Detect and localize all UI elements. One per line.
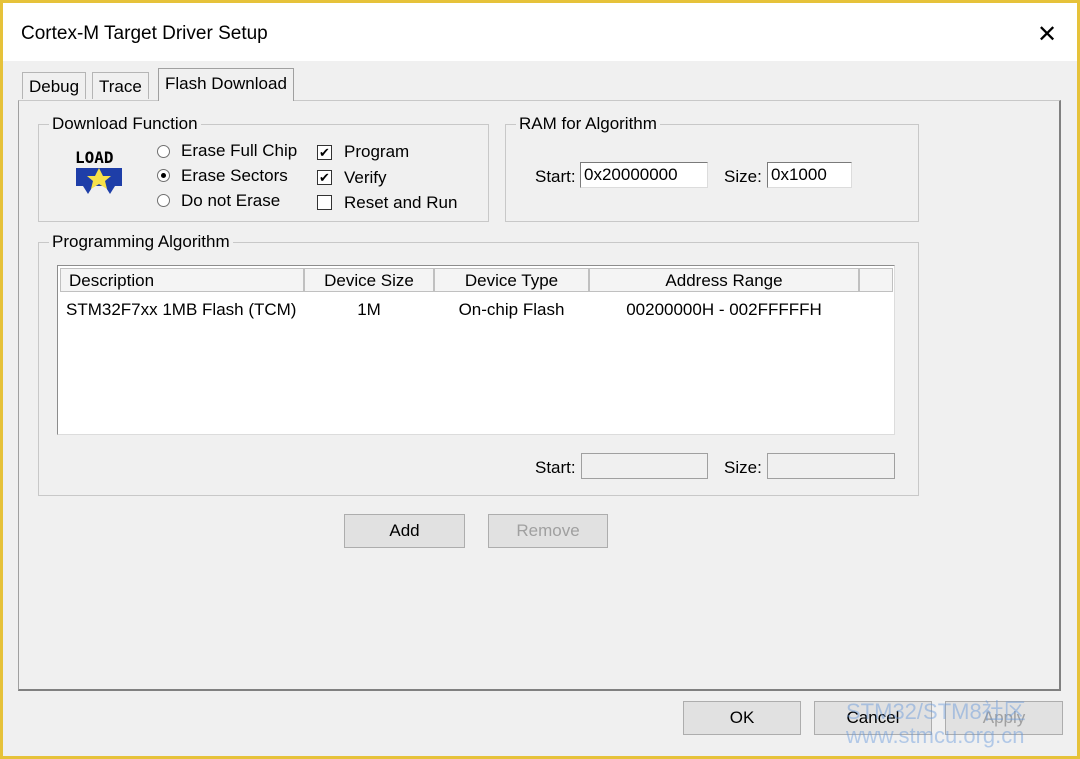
title-bar: Cortex-M Target Driver Setup ✕ xyxy=(3,3,1077,61)
remove-button[interactable]: Remove xyxy=(488,514,608,548)
radio-do-not-erase[interactable] xyxy=(157,194,170,207)
checkbox-verify[interactable]: ✔ xyxy=(317,170,332,185)
radio-erase-sectors[interactable] xyxy=(157,169,170,182)
row-address-range[interactable]: 00200000H - 002FFFFFH xyxy=(589,300,859,320)
column-header-device-size[interactable]: Device Size xyxy=(304,268,434,292)
programming-algorithm-label: Programming Algorithm xyxy=(49,232,233,252)
add-button[interactable]: Add xyxy=(344,514,465,548)
algorithm-start-input[interactable] xyxy=(581,453,708,479)
row-description[interactable]: STM32F7xx 1MB Flash (TCM) xyxy=(66,300,296,320)
algorithm-size-input[interactable] xyxy=(767,453,895,479)
watermark: STM32/STM8社区 www.stmcu.org.cn xyxy=(846,700,1026,748)
download-function-label: Download Function xyxy=(49,114,201,134)
load-icon-text: LOAD xyxy=(75,148,114,167)
tab-trace[interactable]: Trace xyxy=(92,72,149,99)
algorithm-list[interactable]: Description Device Size Device Type Addr… xyxy=(57,265,895,435)
radio-label-do-not-erase: Do not Erase xyxy=(181,191,281,210)
close-icon[interactable]: ✕ xyxy=(1025,15,1069,55)
ok-button[interactable]: OK xyxy=(683,701,801,735)
row-device-size[interactable]: 1M xyxy=(304,300,434,320)
column-header-device-type[interactable]: Device Type xyxy=(434,268,589,292)
algorithm-size-label: Size: xyxy=(724,458,762,477)
column-header-description[interactable]: Description xyxy=(60,268,304,292)
checkbox-label-reset-and-run: Reset and Run xyxy=(344,193,458,212)
algorithm-start-label: Start: xyxy=(535,458,576,477)
watermark-line1: STM32/STM8社区 xyxy=(846,699,1026,724)
tab-debug[interactable]: Debug xyxy=(22,72,87,99)
radio-label-erase-full-chip: Erase Full Chip xyxy=(181,141,298,160)
ram-start-label: Start: xyxy=(535,167,576,186)
radio-label-erase-sectors: Erase Sectors xyxy=(181,166,288,185)
checkbox-reset-and-run[interactable] xyxy=(317,195,332,210)
column-header-address-range[interactable]: Address Range xyxy=(589,268,859,292)
ram-for-algorithm-label: RAM for Algorithm xyxy=(516,114,660,134)
ram-size-label: Size: xyxy=(724,167,762,186)
ram-start-input[interactable]: 0x20000000 xyxy=(580,162,708,188)
load-icon: LOAD xyxy=(75,148,122,194)
window-title: Cortex-M Target Driver Setup xyxy=(21,23,268,44)
checkbox-label-verify: Verify xyxy=(344,168,387,187)
row-device-type[interactable]: On-chip Flash xyxy=(434,300,589,320)
watermark-line2: www.stmcu.org.cn xyxy=(846,723,1025,748)
checkbox-label-program: Program xyxy=(344,142,410,161)
checkbox-program[interactable]: ✔ xyxy=(317,145,332,160)
column-header-filler xyxy=(859,268,893,292)
radio-erase-full-chip[interactable] xyxy=(157,145,170,158)
ram-size-input[interactable]: 0x1000 xyxy=(767,162,852,188)
tab-flash-download[interactable]: Flash Download xyxy=(158,68,294,101)
